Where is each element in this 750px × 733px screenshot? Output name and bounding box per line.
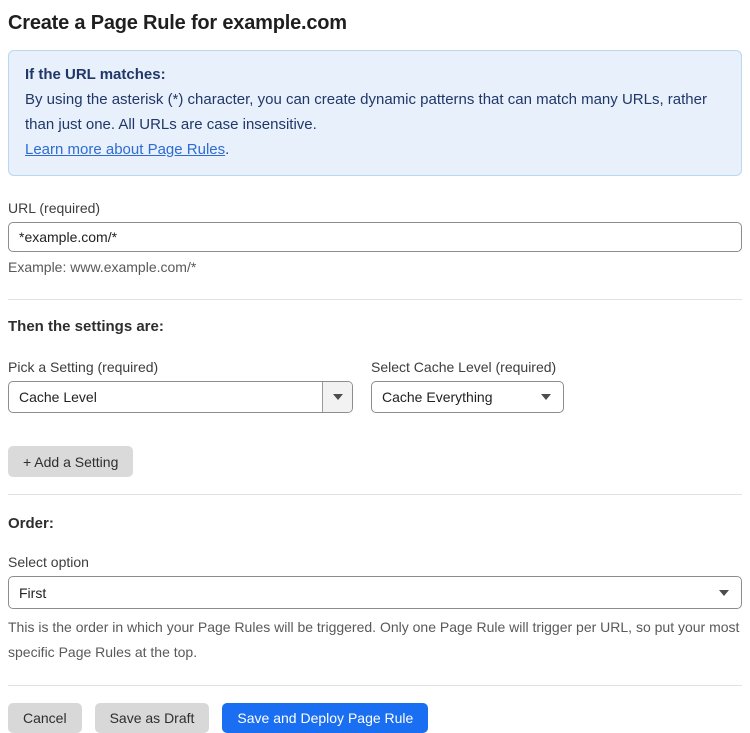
cache-level-select[interactable]: Cache Everything bbox=[371, 381, 564, 413]
order-select-value: First bbox=[19, 584, 47, 601]
caret-down-icon bbox=[322, 382, 352, 412]
cancel-button[interactable]: Cancel bbox=[8, 703, 82, 733]
pick-setting-label: Pick a Setting (required) bbox=[8, 359, 159, 375]
url-example-helper: Example: www.example.com/* bbox=[8, 259, 197, 275]
pick-setting-select[interactable]: Cache Level bbox=[8, 381, 353, 413]
create-page-rule-form: Create a Page Rule for example.com If th… bbox=[0, 12, 750, 733]
cache-level-column: Select Cache Level (required) Cache Ever… bbox=[371, 359, 564, 413]
learn-more-link[interactable]: Learn more about Page Rules bbox=[25, 141, 225, 158]
info-box-body: By using the asterisk (*) character, you… bbox=[25, 91, 707, 133]
caret-down-icon bbox=[719, 589, 741, 596]
order-select-label: Select option bbox=[8, 554, 89, 570]
section-divider bbox=[8, 685, 742, 686]
url-input[interactable] bbox=[8, 222, 742, 252]
cache-level-value: Cache Everything bbox=[382, 389, 493, 405]
order-section-heading: Order: bbox=[8, 515, 54, 532]
save-as-draft-button[interactable]: Save as Draft bbox=[94, 703, 210, 733]
save-and-deploy-button[interactable]: Save and Deploy Page Rule bbox=[222, 703, 429, 733]
settings-section-heading: Then the settings are: bbox=[8, 318, 164, 335]
pick-setting-column: Pick a Setting (required) Cache Level bbox=[8, 359, 353, 413]
page-title: Create a Page Rule for example.com bbox=[8, 12, 347, 34]
link-period: . bbox=[225, 141, 230, 158]
settings-row: Pick a Setting (required) Cache Level Se… bbox=[8, 359, 742, 413]
section-divider bbox=[8, 494, 742, 495]
cache-level-label: Select Cache Level (required) bbox=[371, 359, 557, 375]
url-matches-info-box: If the URL matches: By using the asteris… bbox=[8, 50, 742, 176]
order-helper-text: This is the order in which your Page Rul… bbox=[8, 619, 740, 660]
url-field-label: URL (required) bbox=[8, 200, 101, 216]
add-setting-button[interactable]: + Add a Setting bbox=[8, 446, 134, 477]
info-box-heading: If the URL matches: bbox=[25, 66, 166, 83]
info-box-link-line: Learn more about Page Rules. bbox=[25, 137, 725, 162]
order-select[interactable]: First bbox=[8, 576, 742, 609]
section-divider bbox=[8, 299, 742, 300]
form-footer: Cancel Save as Draft Save and Deploy Pag… bbox=[8, 703, 742, 733]
caret-down-icon bbox=[541, 394, 563, 400]
pick-setting-value: Cache Level bbox=[19, 389, 97, 405]
